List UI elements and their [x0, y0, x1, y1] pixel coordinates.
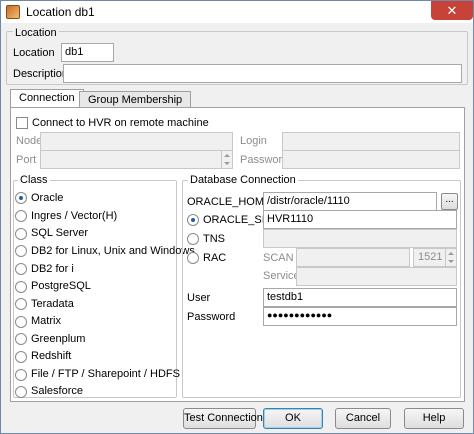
location-label: Location — [13, 47, 55, 59]
description-label: Description — [13, 68, 69, 80]
class-radio-redshift[interactable] — [15, 351, 27, 363]
class-radio-greenplum[interactable] — [15, 333, 27, 345]
tab-connection[interactable]: Connection — [10, 89, 84, 109]
close-icon: ✕ — [446, 3, 458, 18]
cancel-button[interactable]: Cancel — [335, 408, 391, 429]
remote-machine-label: Connect to HVR on remote machine — [32, 117, 209, 129]
help-button[interactable]: Help — [404, 408, 464, 429]
class-radio-ingres[interactable] — [15, 210, 27, 222]
port-spinner-icon[interactable] — [221, 151, 232, 168]
class-option-label: DB2 for i — [31, 263, 74, 275]
close-button[interactable]: ✕ — [431, 1, 473, 20]
node-input[interactable] — [40, 132, 233, 151]
class-option-label: Teradata — [31, 298, 74, 310]
title-bar: Location db1 ✕ — [1, 1, 473, 23]
class-option-label: Greenplum — [31, 333, 86, 345]
scan-input[interactable] — [296, 248, 410, 267]
remote-machine-checkbox[interactable] — [16, 117, 28, 129]
login-input[interactable] — [282, 132, 460, 151]
description-input[interactable] — [63, 64, 462, 83]
class-option-label: Salesforce — [31, 385, 83, 397]
login-label: Login — [240, 135, 267, 147]
user-input[interactable]: testdb1 — [263, 288, 457, 307]
class-option-label: File / FTP / Sharepoint / HDFS — [31, 368, 180, 380]
class-option-label: Oracle — [31, 192, 64, 204]
class-option-label: PostgreSQL — [31, 280, 91, 292]
class-radio-db2-luw[interactable] — [15, 245, 27, 257]
ok-button[interactable]: OK — [263, 408, 323, 429]
database-connection-legend: Database Connection — [188, 174, 298, 186]
class-option-label: SQL Server — [31, 227, 89, 239]
tns-radio[interactable] — [187, 233, 199, 245]
test-connection-button[interactable]: Test Connection — [183, 408, 263, 429]
password-label: Password — [187, 311, 236, 323]
scan-label: SCAN — [263, 252, 294, 264]
node-label: Node — [16, 135, 43, 147]
class-group-legend: Class — [18, 174, 50, 186]
tns-label: TNS — [203, 233, 225, 245]
window-title: Location db1 — [26, 5, 95, 19]
class-option-label: DB2 for Linux, Unix and Windows — [31, 245, 195, 257]
scan-port-input[interactable]: 1521 — [413, 248, 457, 267]
class-radio-file-ftp[interactable] — [15, 369, 27, 381]
class-option-label: Ingres / Vector(H) — [31, 210, 118, 222]
scan-port-spinner-icon[interactable] — [445, 249, 456, 266]
oracle-sid-input[interactable]: HVR1110 — [263, 210, 457, 229]
location-input[interactable]: db1 — [61, 43, 114, 62]
rac-label: RAC — [203, 252, 227, 264]
remote-password-input[interactable] — [282, 150, 460, 169]
service-input[interactable] — [296, 267, 457, 286]
class-radio-oracle[interactable] — [15, 192, 27, 204]
location-dialog: Location db1 ✕ Location Location db1 Des… — [0, 0, 474, 434]
class-radio-matrix[interactable] — [15, 316, 27, 328]
oracle-home-label: ORACLE_HOME — [187, 196, 272, 208]
class-option-label: Redshift — [31, 350, 72, 362]
user-label: User — [187, 292, 211, 304]
password-input[interactable]: ●●●●●●●●●●●● — [263, 307, 457, 326]
oracle-sid-radio[interactable] — [187, 214, 199, 226]
class-radio-sql-server[interactable] — [15, 228, 27, 240]
class-radio-salesforce[interactable] — [15, 386, 27, 398]
scan-port-value: 1521 — [418, 251, 443, 263]
class-radio-postgresql[interactable] — [15, 281, 27, 293]
rac-radio[interactable] — [187, 252, 199, 264]
location-group-legend: Location — [13, 27, 59, 39]
port-label: Port — [16, 154, 37, 166]
port-input[interactable] — [40, 150, 233, 169]
oracle-home-input[interactable]: /distr/oracle/1110 — [263, 192, 437, 211]
class-radio-teradata[interactable] — [15, 298, 27, 310]
class-option-label: Matrix — [31, 315, 61, 327]
tns-input[interactable] — [263, 229, 457, 248]
service-label: Service — [263, 270, 300, 282]
browse-button[interactable]: ... — [441, 193, 458, 210]
app-icon — [6, 5, 20, 19]
class-radio-db2-i[interactable] — [15, 263, 27, 275]
